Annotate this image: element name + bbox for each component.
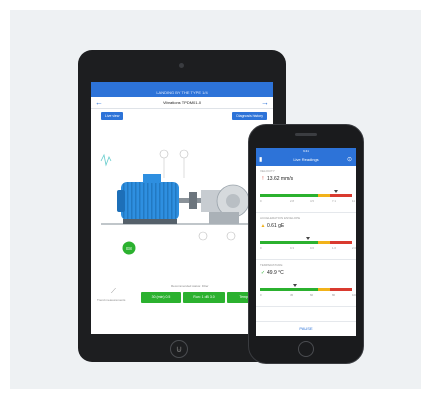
pump-icon	[201, 184, 250, 224]
scale-tick-label: 0	[260, 199, 262, 203]
severity-segment	[260, 241, 300, 244]
device-icon[interactable]: ▮	[259, 154, 262, 166]
scale-tick-label: 0	[260, 246, 262, 250]
severity-segment	[318, 241, 330, 244]
phone-header: ▮ Live Readings ⊙	[256, 154, 356, 166]
scale-tick-label: 4.5	[310, 199, 314, 203]
measurement-button-1[interactable]: 30 (min) 0.5	[141, 292, 181, 303]
sensor-point-icon[interactable]	[198, 231, 208, 241]
severity-segment	[318, 288, 330, 291]
scale-tick-label: 2.0	[352, 246, 356, 250]
scale-tick-label: 1.0	[332, 246, 336, 250]
settings-icon[interactable]: ⊙	[347, 154, 352, 166]
trend-label: Trend measurements	[97, 298, 126, 302]
sensor-point-icon[interactable]	[159, 149, 169, 159]
severity-segment	[300, 241, 318, 244]
reading-section[interactable]: VELOCITY! 13.62 mm/s 0 2.8 4.5 7.1 11	[256, 166, 356, 213]
scale-tick-label: 0	[260, 293, 262, 297]
reading-section[interactable]: TEMPERATURE ✓ 49.9 °C 0 45 60 80 100	[256, 260, 356, 307]
severity-bar	[260, 241, 352, 244]
value-marker	[334, 190, 339, 193]
severity-segment	[260, 288, 300, 291]
scale-tick-label: 11	[352, 199, 355, 203]
sensor-point-icon[interactable]	[179, 149, 189, 159]
severity-segment	[330, 241, 352, 244]
reading-value: 13.62 mm/s	[267, 176, 294, 182]
severity-segment	[300, 288, 318, 291]
tablet-header-title: LANDING BY THE TYPE 1/4	[91, 88, 273, 97]
tablet-bottom-panel: Recommended status: Filter ⟋ Trend measu…	[91, 278, 273, 308]
reading-section[interactable]: ACCELERATION ENVELOPE ▲ 0.61 gE 0 0.3 0.6 1.0 2…	[256, 213, 356, 260]
motor-icon	[117, 174, 179, 224]
reading-title: TEMPERATURE	[260, 263, 283, 267]
back-arrow-icon[interactable]: ←	[95, 97, 103, 108]
scale-tick-label: 80	[332, 293, 336, 297]
status-icon: ▲	[260, 223, 266, 229]
severity-segment	[260, 194, 300, 197]
diagnosis-history-button[interactable]: Diagnosis history	[232, 112, 267, 120]
scale-ticks: 0 45 60 80 100	[260, 293, 356, 298]
value-marker	[292, 284, 297, 287]
reading-title: VELOCITY	[260, 169, 275, 173]
forward-arrow-icon[interactable]: →	[261, 97, 269, 108]
trend-icon[interactable]: ⟋	[111, 288, 116, 296]
reading-title: ACCELERATION ENVELOPE	[260, 216, 301, 220]
machine-diagram: E8	[100, 149, 263, 255]
scale-tick-label: 60	[310, 293, 314, 297]
severity-bar	[260, 288, 352, 291]
severity-segment	[318, 194, 330, 197]
status-icon: ✓	[260, 270, 266, 276]
severity-segment	[330, 288, 352, 291]
tablet-button-row: Live view Diagnosis history	[91, 109, 273, 125]
phone-header-title: Live Readings	[293, 157, 319, 162]
speaker-grille	[295, 133, 317, 136]
value-marker	[305, 237, 310, 240]
phone-screen: 9:41 ▮ Live Readings ⊙ VELOCITY! 13.62 mm…	[256, 148, 356, 336]
pause-button[interactable]: PAUSE	[256, 321, 356, 336]
status-indicator-label: E8	[126, 246, 132, 251]
scale-tick-label: 7.1	[332, 199, 336, 203]
phone-device: 9:41 ▮ Live Readings ⊙ VELOCITY! 13.62 mm…	[248, 124, 364, 364]
scale-tick-label: 45	[290, 293, 294, 297]
tablet-screen: LANDING BY THE TYPE 1/4 ← Vibrations TPD…	[91, 82, 273, 334]
readings-list: VELOCITY! 13.62 mm/s 0 2.8 4.5 7.1 11 ACCELERAT…	[256, 166, 356, 307]
tablet-nav-title: Vibrations TPDM01-0	[162, 100, 202, 105]
scale-tick-label: 0.6	[310, 246, 314, 250]
coupling-icon	[189, 192, 197, 209]
reading-value: 0.61 gE	[267, 223, 285, 229]
scale-ticks: 0 2.8 4.5 7.1 11	[260, 199, 355, 204]
reading-value: 49.9 °C	[267, 270, 284, 276]
scale-tick-label: 0.3	[290, 246, 294, 250]
camera-icon	[179, 63, 184, 68]
sensor-point-icon[interactable]	[226, 231, 236, 241]
phone-home-button[interactable]	[298, 341, 314, 357]
status-icon: !	[262, 176, 264, 182]
scale-ticks: 0 0.3 0.6 1.0 2.0	[260, 246, 356, 251]
vibration-icon	[100, 153, 112, 167]
severity-segment	[300, 194, 318, 197]
home-button[interactable]: ⊍	[170, 340, 188, 358]
severity-segment	[330, 194, 352, 197]
tablet-nav-bar: ← Vibrations TPDM01-0 →	[91, 97, 273, 109]
measurement-button-2[interactable]: Run: 1 dB 3.0	[183, 292, 225, 303]
recommended-caption: Recommended status: Filter	[171, 284, 209, 288]
live-view-button[interactable]: Live view	[101, 112, 124, 120]
scale-tick-label: 100	[352, 293, 356, 297]
severity-bar	[260, 194, 352, 197]
scale-tick-label: 2.8	[290, 199, 294, 203]
